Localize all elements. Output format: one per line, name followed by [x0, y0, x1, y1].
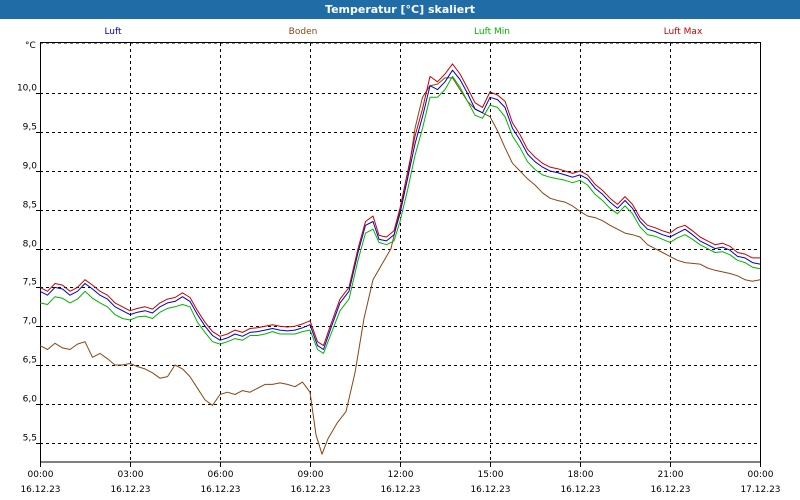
chart-window: 5,5 6,0 6,5 7,0 7,5 8,0 8,5 9,0 9,5 10,0 00:00 16.… [0, 0, 800, 500]
y-tick-label: 6,0 [23, 395, 38, 405]
y-axis-ticks: 5,5 6,0 6,5 7,0 7,5 8,0 8,5 9,0 9,5 10,0 [17, 84, 40, 444]
x-tick-time-label: 06:00 [208, 470, 234, 480]
x-tick-date-label: 16.12.23 [200, 485, 240, 495]
x-tick-time-label: 00:00 [748, 470, 774, 480]
chart-title: Temperatur [°C] skaliert [0, 0, 800, 19]
x-tick-time-label: 15:00 [478, 470, 504, 480]
x-tick-date-label: 16.12.23 [380, 485, 420, 495]
y-tick-label: 8,5 [23, 201, 37, 211]
legend-entry-luft: Luft [104, 27, 122, 37]
y-tick-label: 10,0 [17, 84, 37, 94]
x-tick-time-label: 09:00 [298, 470, 324, 480]
x-axis-ticks: 00:00 16.12.23 03:00 16.12.23 06:00 16.12.23 0… [20, 462, 781, 495]
temperature-chart: 5,5 6,0 6,5 7,0 7,5 8,0 8,5 9,0 9,5 10,0 00:00 16.… [17, 27, 781, 495]
x-tick-time-label: 03:00 [118, 470, 144, 480]
y-tick-label: 7,0 [23, 317, 38, 327]
x-tick-time-label: 18:00 [568, 470, 594, 480]
y-tick-label: 6,5 [23, 356, 37, 366]
y-tick-label: 7,5 [23, 278, 37, 288]
x-tick-time-label: 21:00 [658, 470, 684, 480]
y-tick-label: 9,0 [23, 162, 38, 172]
y-tick-label: 9,5 [23, 123, 37, 133]
x-tick-time-label: 00:00 [28, 470, 54, 480]
legend: Luft Boden Luft Min Luft Max [104, 27, 703, 37]
x-tick-date-label: 17.12.23 [740, 485, 780, 495]
y-axis-unit-label: °C [25, 41, 36, 51]
legend-entry-luft-max: Luft Max [664, 27, 703, 37]
x-tick-date-label: 16.12.23 [560, 485, 600, 495]
x-tick-date-label: 16.12.23 [290, 485, 330, 495]
x-tick-date-label: 16.12.23 [650, 485, 690, 495]
legend-entry-boden: Boden [289, 27, 318, 37]
x-tick-date-label: 16.12.23 [20, 485, 60, 495]
x-tick-time-label: 12:00 [388, 470, 414, 480]
x-tick-date-label: 16.12.23 [110, 485, 150, 495]
grid [40, 42, 760, 462]
x-tick-date-label: 16.12.23 [470, 485, 510, 495]
y-tick-label: 8,0 [23, 240, 38, 250]
y-tick-label: 5,5 [23, 434, 37, 444]
legend-entry-luft-min: Luft Min [474, 27, 510, 37]
